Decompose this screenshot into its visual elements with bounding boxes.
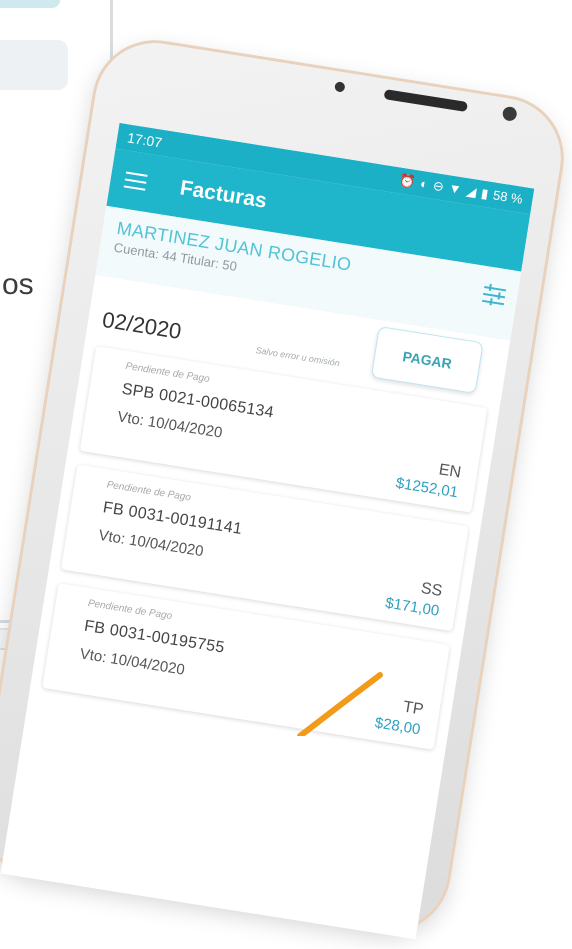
orange-swoosh-decor <box>297 672 383 736</box>
